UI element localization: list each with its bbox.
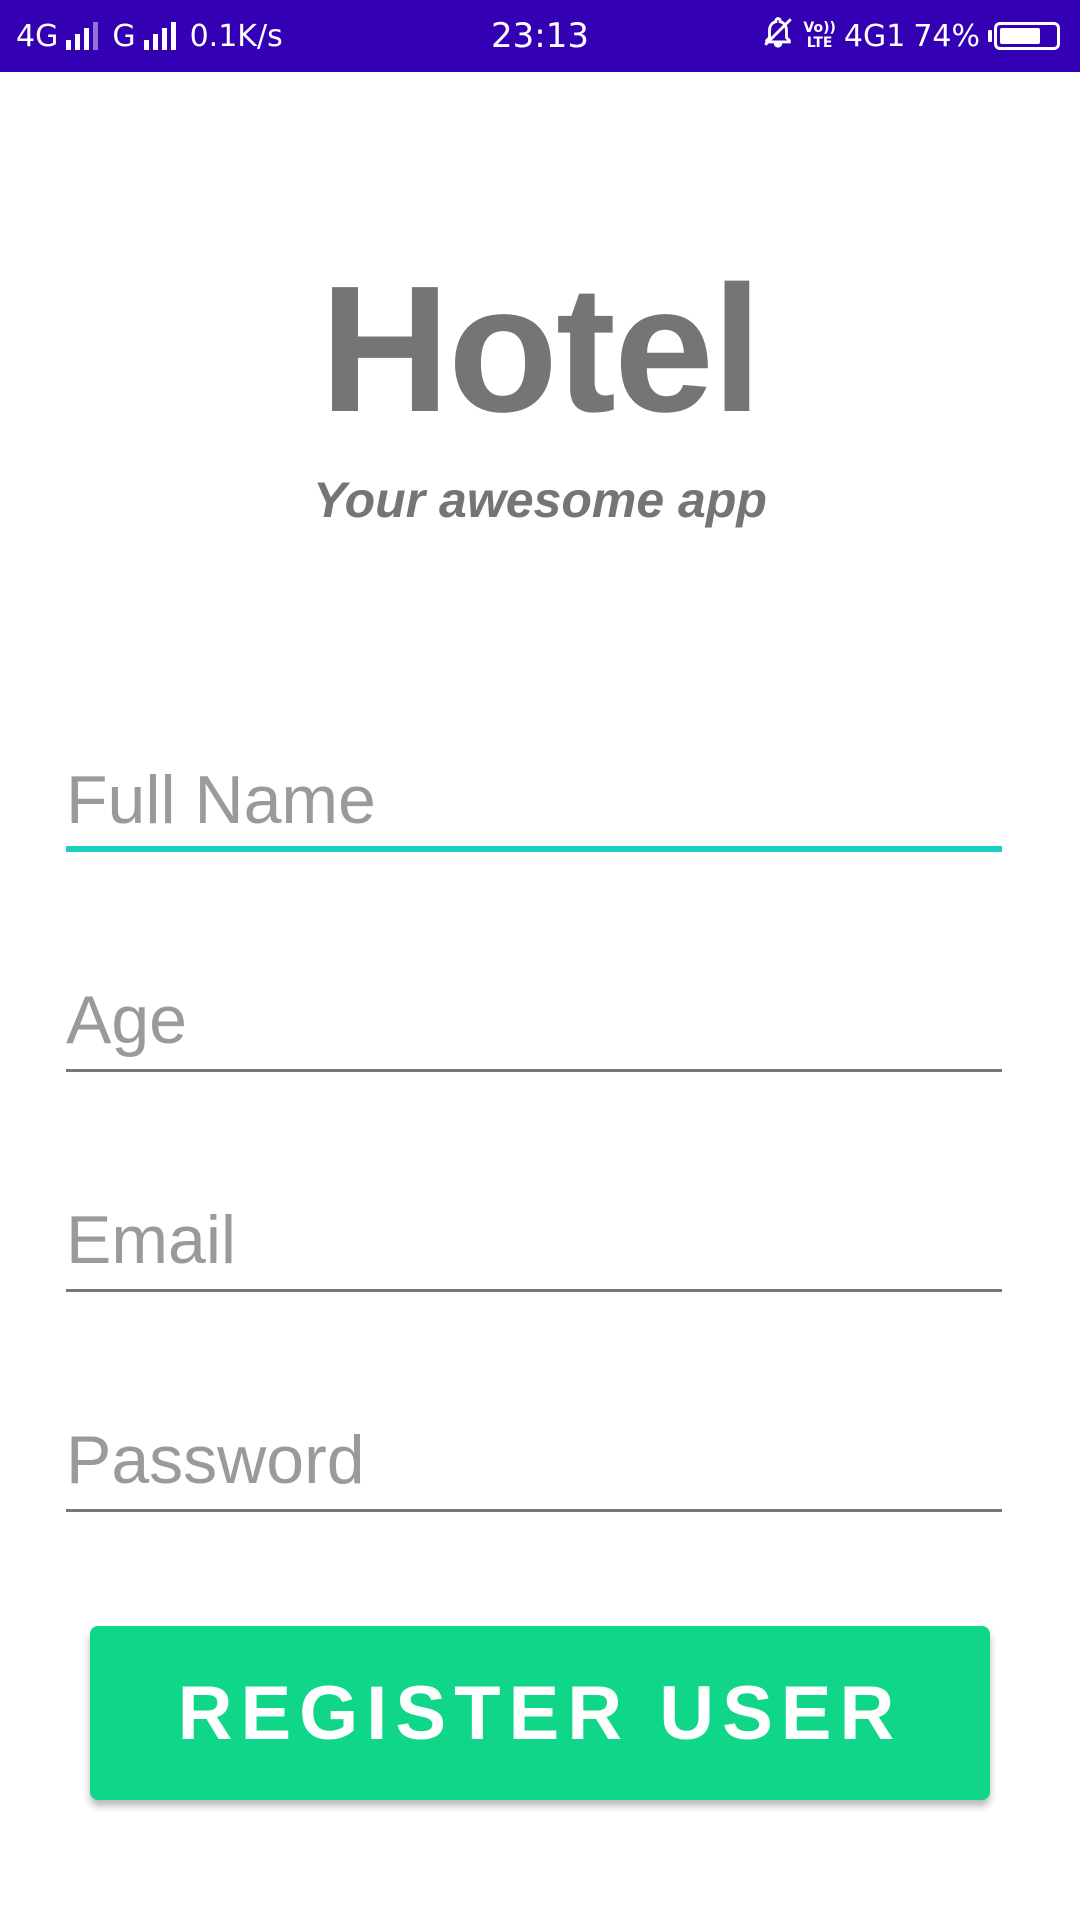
full-name-underline [66,846,1002,852]
email-input[interactable] [66,1192,1002,1287]
email-field [66,1192,1002,1292]
battery-icon [988,22,1060,50]
full-name-input[interactable] [66,752,1002,847]
bell-off-icon [761,15,795,57]
volte-icon: Vo)) LTE [803,21,835,51]
age-underline [66,1069,1002,1072]
age-field [66,972,1002,1072]
email-underline [66,1289,1002,1292]
register-user-button[interactable]: REGISTER USER [90,1626,990,1800]
full-name-field [66,752,1002,852]
volte-top: Vo)) [803,20,836,36]
password-input[interactable] [66,1412,1002,1507]
battery-body [994,22,1060,50]
battery-percent: 74% [913,18,980,54]
status-right-group: Vo)) LTE 4G1 74% [761,0,1060,72]
password-field [66,1412,1002,1512]
password-underline [66,1509,1002,1512]
register-screen: 4G G 0.1K/s 23:13 Vo)) LTE 4G1 74% Hotel… [0,0,1080,1920]
battery-cap [988,30,992,42]
app-title: Hotel [320,249,762,450]
age-input[interactable] [66,972,1002,1067]
app-subtitle: Your awesome app [313,472,767,528]
volte-bottom: LTE [806,35,833,51]
battery-fill [1000,28,1040,44]
network-type-3: 4G1 [843,18,906,54]
status-bar: 4G G 0.1K/s 23:13 Vo)) LTE 4G1 74% [0,0,1080,72]
